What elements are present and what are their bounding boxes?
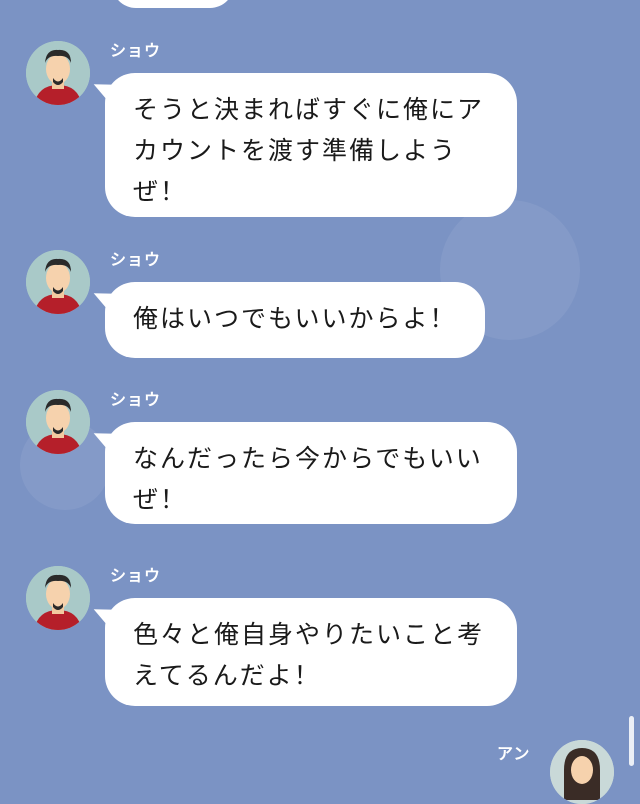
message-text: 色々と俺自身やりたいこと考えてるんだよ！ bbox=[133, 620, 485, 690]
sender-name: アン bbox=[497, 744, 531, 763]
message-text: そうと決まればすぐに俺にアカウントを渡す準備しようぜ！ bbox=[133, 95, 485, 206]
man-avatar-icon[interactable] bbox=[26, 390, 90, 454]
man-avatar-icon[interactable] bbox=[26, 250, 90, 314]
sender-name: ショウ bbox=[110, 250, 162, 269]
woman-avatar-icon[interactable] bbox=[550, 740, 614, 804]
message-bubble[interactable]: そうと決まればすぐに俺にアカウントを渡す準備しようぜ！ bbox=[105, 73, 517, 217]
man-avatar-icon[interactable] bbox=[26, 566, 90, 630]
sender-name: ショウ bbox=[110, 41, 162, 60]
previous-message-bubble[interactable] bbox=[112, 0, 234, 8]
message-bubble[interactable]: なんだったら今からでもいいぜ！ bbox=[105, 422, 517, 524]
sender-name: ショウ bbox=[110, 390, 162, 409]
message-bubble[interactable]: 色々と俺自身やりたいこと考えてるんだよ！ bbox=[105, 598, 517, 706]
man-avatar-icon[interactable] bbox=[26, 41, 90, 105]
message-text: 俺はいつでもいいからよ！ bbox=[133, 304, 457, 333]
message-bubble[interactable]: 俺はいつでもいいからよ！ bbox=[105, 282, 485, 358]
message-text: なんだったら今からでもいいぜ！ bbox=[133, 444, 483, 514]
sender-name: ショウ bbox=[110, 566, 162, 585]
scrollbar-thumb[interactable] bbox=[629, 716, 634, 766]
